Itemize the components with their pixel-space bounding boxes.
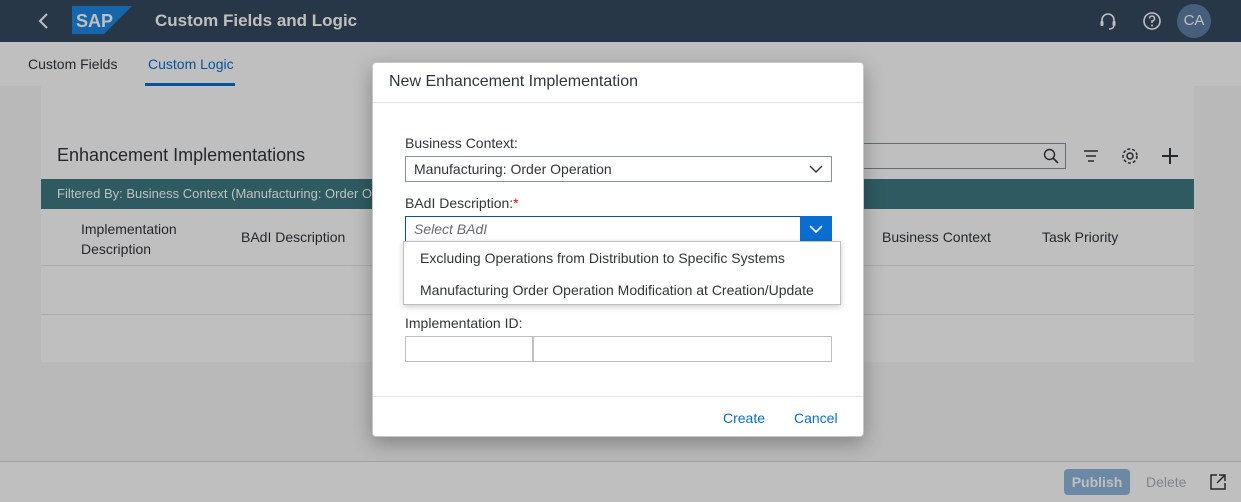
list-item[interactable]: Excluding Operations from Distribution t… xyxy=(420,250,785,266)
badi-description-select[interactable]: Select BAdI xyxy=(405,216,832,242)
dialog-title: New Enhancement Implementation xyxy=(389,73,639,90)
badi-description-label: BAdI Description:* xyxy=(405,195,519,211)
business-context-label: Business Context: xyxy=(405,135,518,151)
required-asterisk: * xyxy=(513,195,519,211)
dialog-header-divider xyxy=(373,102,863,103)
chevron-down-icon[interactable] xyxy=(809,164,823,174)
implementation-id-label: Implementation ID: xyxy=(405,315,523,331)
badi-options-list: Excluding Operations from Distribution t… xyxy=(403,241,841,305)
badi-placeholder: Select BAdI xyxy=(414,221,488,237)
create-button[interactable]: Create xyxy=(723,410,765,426)
cancel-button[interactable]: Cancel xyxy=(794,410,838,426)
badi-dropdown-button[interactable] xyxy=(800,216,832,242)
business-context-select[interactable]: Manufacturing: Order Operation xyxy=(405,156,832,182)
implementation-id-prefix-input[interactable] xyxy=(405,336,533,362)
chevron-down-icon xyxy=(809,225,823,234)
business-context-value: Manufacturing: Order Operation xyxy=(414,161,612,177)
list-item[interactable]: Manufacturing Order Operation Modificati… xyxy=(420,282,814,298)
dialog-footer-divider xyxy=(373,396,863,397)
implementation-id-input[interactable] xyxy=(533,336,832,362)
